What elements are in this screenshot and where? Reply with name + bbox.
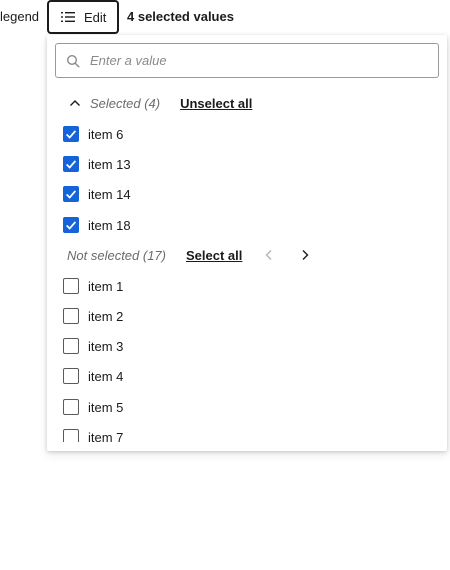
dropdown-panel: Selected (4) Unselect all item 6 item 13 <box>47 35 447 451</box>
multi-select-widget: legend Edit 4 selected values Enter a va… <box>0 0 450 570</box>
search-field[interactable] <box>55 43 439 78</box>
checkbox-unchecked[interactable] <box>63 429 79 442</box>
checkbox-unchecked[interactable] <box>63 368 79 384</box>
option-label: item 1 <box>88 278 124 294</box>
search-input[interactable] <box>90 53 410 68</box>
not-selected-section-label: Not selected (17) <box>67 247 166 263</box>
checkbox-unchecked[interactable] <box>63 278 79 294</box>
chevron-right-icon[interactable] <box>298 248 312 262</box>
option-label: item 3 <box>88 338 124 354</box>
option-label: item 13 <box>88 156 131 172</box>
option-label: item 18 <box>88 217 131 233</box>
selected-section-label: Selected (4) <box>90 95 161 111</box>
option-item-18[interactable]: item 18 <box>63 215 131 235</box>
option-label: item 5 <box>88 399 124 415</box>
list-icon <box>61 12 75 22</box>
not-selected-section-header: Not selected (17) Select all <box>47 245 447 265</box>
option-item-2[interactable]: item 2 <box>63 306 123 326</box>
option-item-3[interactable]: item 3 <box>63 336 123 356</box>
chevron-up-icon[interactable] <box>68 96 82 110</box>
selected-summary: 4 selected values <box>127 9 234 24</box>
option-list[interactable]: Selected (4) Unselect all item 6 item 13 <box>47 35 447 442</box>
option-label: item 2 <box>88 308 124 324</box>
option-item-13[interactable]: item 13 <box>63 154 131 174</box>
selected-section-header: Selected (4) Unselect all <box>47 93 447 113</box>
option-item-7[interactable]: item 7 <box>63 427 123 442</box>
select-all-link[interactable]: Select all <box>186 248 242 263</box>
option-item-1[interactable]: item 1 <box>63 276 123 296</box>
checkbox-unchecked[interactable] <box>63 399 79 415</box>
checkbox-checked[interactable] <box>63 126 79 142</box>
option-label: item 4 <box>88 368 124 384</box>
option-label: item 14 <box>88 186 131 202</box>
checkbox-checked[interactable] <box>63 217 79 233</box>
option-label: item 7 <box>88 429 124 443</box>
legend-label: legend <box>0 9 40 24</box>
checkbox-unchecked[interactable] <box>63 338 79 354</box>
edit-button[interactable]: Edit <box>47 0 119 34</box>
option-item-6[interactable]: item 6 <box>63 124 123 144</box>
checkbox-unchecked[interactable] <box>63 308 79 324</box>
option-item-14[interactable]: item 14 <box>63 184 131 204</box>
edit-button-label: Edit <box>84 9 107 25</box>
chevron-left-icon[interactable] <box>262 248 276 262</box>
option-item-4[interactable]: item 4 <box>63 366 123 386</box>
option-item-5[interactable]: item 5 <box>63 397 123 417</box>
unselect-all-link[interactable]: Unselect all <box>180 96 252 111</box>
option-label: item 6 <box>88 126 124 142</box>
checkbox-checked[interactable] <box>63 156 79 172</box>
checkbox-checked[interactable] <box>63 186 79 202</box>
search-icon <box>66 54 80 68</box>
